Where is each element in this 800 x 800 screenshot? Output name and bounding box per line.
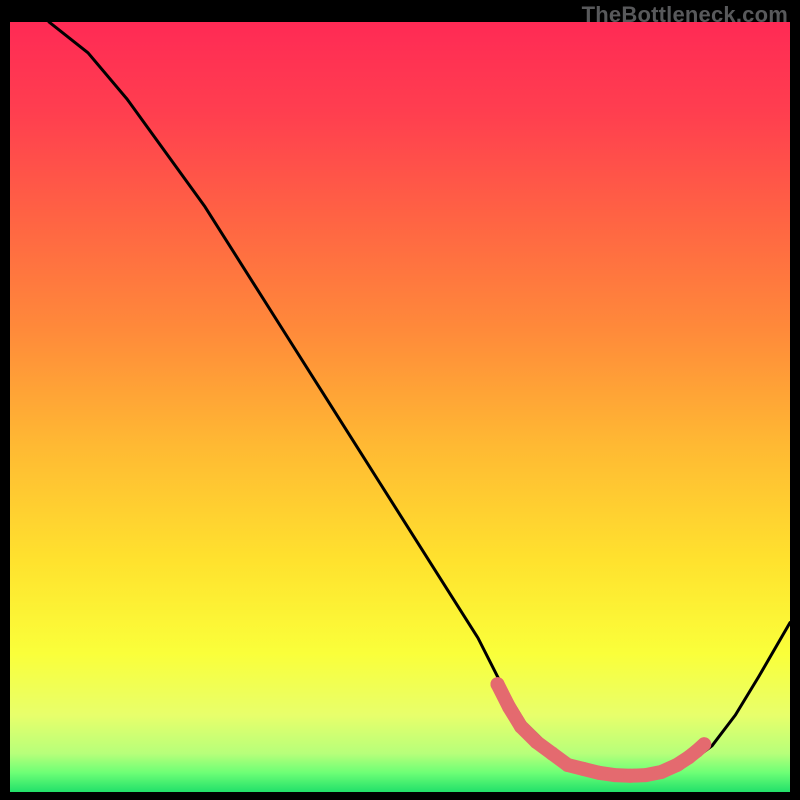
highlight-dot xyxy=(654,765,668,779)
chart-frame xyxy=(10,22,790,792)
highlight-dot xyxy=(639,768,653,782)
highlight-dot xyxy=(530,735,544,749)
highlight-dot xyxy=(561,758,575,772)
highlight-dot xyxy=(670,758,684,772)
highlight-dot xyxy=(502,700,516,714)
highlight-dot xyxy=(491,677,505,691)
highlight-dot xyxy=(608,768,622,782)
highlight-dot xyxy=(514,720,528,734)
highlight-dot xyxy=(697,737,711,751)
bottleneck-chart xyxy=(10,22,790,792)
highlight-dot xyxy=(576,762,590,776)
highlight-dot xyxy=(592,766,606,780)
gradient-background xyxy=(10,22,790,792)
highlight-dot xyxy=(623,769,637,783)
highlight-dot xyxy=(545,747,559,761)
